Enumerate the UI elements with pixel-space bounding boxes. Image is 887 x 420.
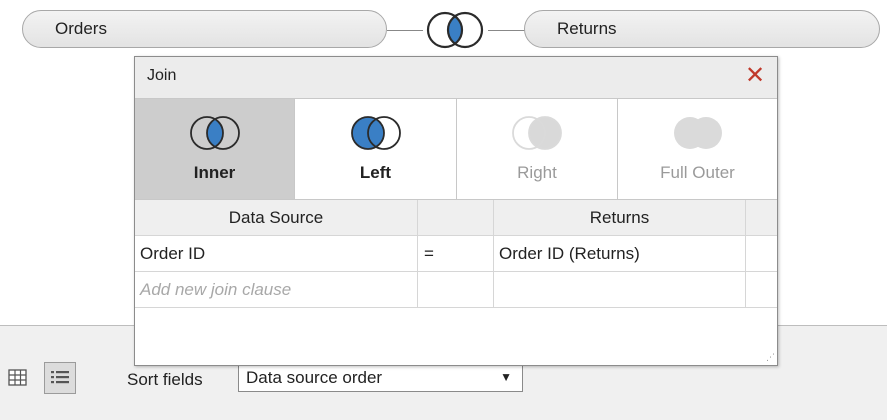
list-view-icon [51,371,69,384]
join-connector-line [488,30,525,31]
grid-view-icon [8,369,27,386]
right-table-pill[interactable]: Returns [524,10,880,48]
venn-full-outer-icon [673,117,722,149]
join-type-label: Left [359,163,392,182]
right-table-name: Returns [557,19,617,38]
sort-fields-value: Data source order [246,368,383,387]
left-table-pill[interactable]: Orders [22,10,387,48]
venn-inner-icon [189,116,240,150]
join-type-inner[interactable]: Inner [135,99,295,200]
join-connector-line [387,30,423,31]
dropdown-arrow-icon: ▼ [500,370,512,384]
close-icon[interactable]: ✕ [743,62,767,90]
sort-fields-label: Sort fields [127,370,203,389]
venn-right-icon [512,116,562,150]
dialog-title: Join [147,67,177,84]
list-view-button[interactable] [44,362,76,394]
column-header-returns: Returns [494,200,746,236]
clause-right-field[interactable]: Order ID (Returns) [494,236,746,272]
add-join-clause[interactable]: Add new join clause [135,272,418,308]
sort-fields-select[interactable]: Data source order ▼ [238,363,523,392]
column-header-data-source: Data Source [135,200,418,236]
dialog-header: Join ✕ [135,57,777,99]
join-type-left[interactable]: Left [295,99,457,200]
join-type-label: Full Outer [660,163,735,182]
join-type-full-outer: Full Outer [618,99,777,200]
venn-left-icon [350,116,401,150]
add-clause-spacer [746,272,777,308]
join-dialog: Join ✕ Inner Left Right Full Outer Data … [134,56,778,366]
column-header-spacer [746,200,777,236]
venn-inner-join-icon[interactable] [421,6,489,54]
left-table-name: Orders [55,19,107,38]
join-type-label: Right [517,163,557,182]
grid-view-button[interactable] [4,366,32,394]
join-type-label: Inner [193,163,236,182]
clause-left-field[interactable]: Order ID [135,236,418,272]
resize-grip-icon[interactable]: ⋰ [766,352,775,363]
clause-operator[interactable]: = [418,236,494,272]
add-clause-right-cell [494,272,746,308]
clause-spacer [746,236,777,272]
join-type-right: Right [457,99,618,200]
add-clause-operator-cell [418,272,494,308]
column-header-operator [418,200,494,236]
